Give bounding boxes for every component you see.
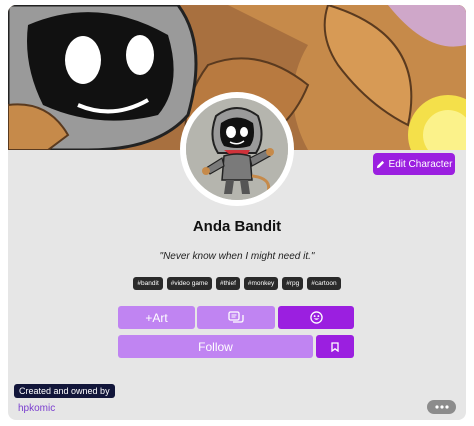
edit-character-button[interactable]: Edit Character <box>373 153 455 175</box>
ellipsis-icon <box>434 405 449 409</box>
more-options-button[interactable] <box>427 400 456 414</box>
owned-by-badge: Created and owned by <box>14 384 115 398</box>
tag-video-game[interactable]: #video game <box>166 277 212 290</box>
chat-icon <box>228 310 244 323</box>
tag-monkey[interactable]: #monkey <box>243 277 279 290</box>
tag-rpg[interactable]: #rpg <box>282 277 304 290</box>
pencil-icon <box>376 160 384 168</box>
tag-bandit[interactable]: #bandit <box>133 277 163 290</box>
bookmark-button[interactable] <box>316 335 354 358</box>
react-button[interactable] <box>278 306 354 329</box>
character-name: Anda Bandit <box>192 218 282 235</box>
follow-button[interactable]: Follow <box>118 335 313 358</box>
tag-cartoon[interactable]: #cartoon <box>307 277 341 290</box>
avatar[interactable] <box>186 98 288 200</box>
follow-label: Follow <box>198 339 233 354</box>
tag-list: #bandit #video game #thief #monkey #rpg … <box>8 277 466 290</box>
add-art-label: +Art <box>145 310 168 325</box>
owner-link[interactable]: hpkomic <box>18 403 55 414</box>
avatar-ring <box>180 92 294 206</box>
chat-button[interactable] <box>197 306 275 329</box>
character-card: Edit Character Anda Bandit "Never know w… <box>8 5 466 420</box>
tag-thief[interactable]: #thief <box>215 277 240 290</box>
bookmark-icon <box>331 341 339 352</box>
smiley-icon <box>309 311 323 324</box>
character-quote: "Never know when I might need it." <box>159 251 315 262</box>
edit-character-label: Edit Character <box>388 158 453 170</box>
add-art-button[interactable]: +Art <box>118 306 195 329</box>
